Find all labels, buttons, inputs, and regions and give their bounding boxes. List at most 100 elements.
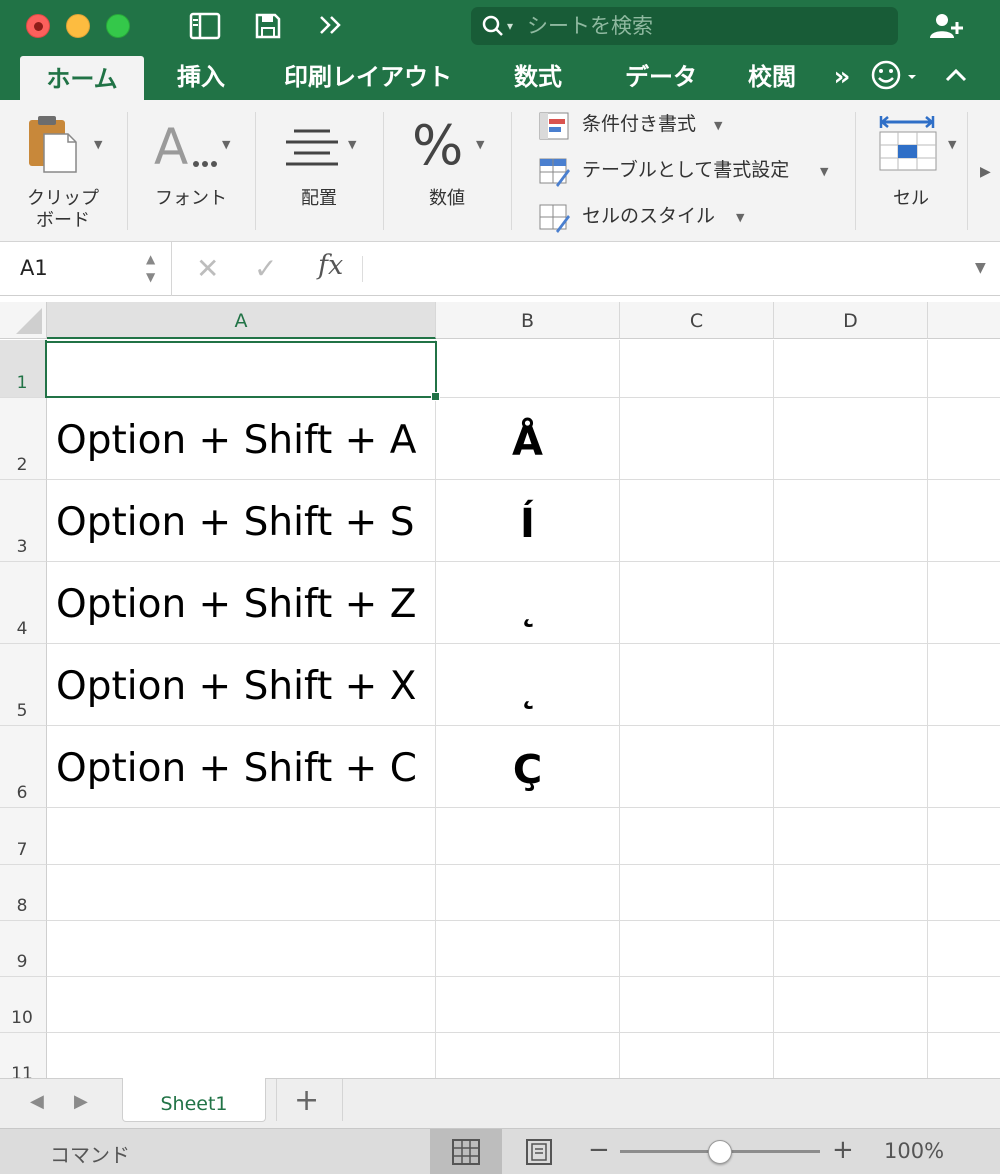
cell-e9[interactable]	[928, 921, 1000, 977]
tab-formulas[interactable]: 数式	[500, 52, 576, 100]
column-header-c[interactable]: C	[620, 302, 774, 339]
zoom-window-button[interactable]	[106, 14, 130, 38]
tabs-overflow-button[interactable]: »	[822, 52, 862, 100]
clipboard-dropdown-icon[interactable]: ▼	[94, 138, 102, 151]
cell-c9[interactable]	[620, 921, 774, 977]
search-options-chevron-icon[interactable]: ▾	[507, 7, 513, 45]
cell-e11[interactable]	[928, 1033, 1000, 1078]
cell-a7[interactable]	[47, 808, 436, 865]
row-header-8[interactable]: 8	[0, 865, 47, 921]
cell-a6[interactable]: Option + Shift + C	[47, 726, 436, 808]
cell-d9[interactable]	[774, 921, 928, 977]
cell-c11[interactable]	[620, 1033, 774, 1078]
page-layout-view-button[interactable]	[502, 1129, 574, 1174]
close-window-button[interactable]	[26, 14, 50, 38]
row-header-3[interactable]: 3	[0, 480, 47, 562]
tab-page-layout[interactable]: 印刷レイアウト	[270, 52, 466, 100]
column-header-a[interactable]: A	[47, 302, 436, 339]
cell-a3[interactable]: Option + Shift + S	[47, 480, 436, 562]
cell-c8[interactable]	[620, 865, 774, 921]
row-header-4[interactable]: 4	[0, 562, 47, 644]
name-box-stepper-icon[interactable]: ▲ ▼	[146, 250, 155, 286]
cell-e5[interactable]	[928, 644, 1000, 726]
zoom-slider-handle[interactable]	[708, 1140, 732, 1164]
cell-b6[interactable]: Ç	[436, 726, 620, 808]
sheet-tab-sheet1[interactable]: Sheet1	[122, 1078, 266, 1122]
cell-e8[interactable]	[928, 865, 1000, 921]
cell-c1[interactable]	[620, 340, 774, 398]
cancel-x-icon[interactable]: ✕	[196, 252, 219, 285]
cell-c5[interactable]	[620, 644, 774, 726]
cell-d4[interactable]	[774, 562, 928, 644]
row-header-10[interactable]: 10	[0, 977, 47, 1033]
search-sheet-field[interactable]: ▾ シートを検索	[471, 7, 898, 45]
cell-e6[interactable]	[928, 726, 1000, 808]
cell-d5[interactable]	[774, 644, 928, 726]
formula-input[interactable]	[376, 256, 956, 284]
alignment-dropdown-icon[interactable]: ▼	[348, 138, 356, 151]
cell-b7[interactable]	[436, 808, 620, 865]
zoom-in-button[interactable]: +	[832, 1135, 854, 1165]
column-header-d[interactable]: D	[774, 302, 928, 339]
more-commands-icon[interactable]	[318, 13, 344, 41]
next-sheet-icon[interactable]: ▶	[74, 1091, 88, 1112]
cell-c4[interactable]	[620, 562, 774, 644]
expand-formula-bar-icon[interactable]: ▼	[975, 260, 986, 276]
cell-a4[interactable]: Option + Shift + Z	[47, 562, 436, 644]
number-group[interactable]: % ▼ 数値	[384, 100, 510, 242]
cell-b4[interactable]: ˛	[436, 562, 620, 644]
cell-e2[interactable]	[928, 398, 1000, 480]
enter-check-icon[interactable]: ✓	[254, 252, 277, 285]
row-header-7[interactable]: 7	[0, 808, 47, 865]
cell-e7[interactable]	[928, 808, 1000, 865]
sidebar-toggle-icon[interactable]	[189, 12, 221, 44]
cells-dropdown-icon[interactable]: ▼	[948, 138, 956, 151]
zoom-level[interactable]: 100%	[884, 1139, 944, 1163]
cell-b11[interactable]	[436, 1033, 620, 1078]
font-dropdown-icon[interactable]: ▼	[222, 138, 230, 151]
cell-b3[interactable]: Í	[436, 480, 620, 562]
cell-e1[interactable]	[928, 340, 1000, 398]
cell-c7[interactable]	[620, 808, 774, 865]
cell-a5[interactable]: Option + Shift + X	[47, 644, 436, 726]
minimize-window-button[interactable]	[66, 14, 90, 38]
cell-c10[interactable]	[620, 977, 774, 1033]
cell-b10[interactable]	[436, 977, 620, 1033]
alignment-group[interactable]: ▼ 配置	[256, 100, 382, 242]
smiley-feedback-icon[interactable]	[870, 59, 922, 97]
tab-review[interactable]: 校閲	[738, 52, 806, 100]
cell-a8[interactable]	[47, 865, 436, 921]
cell-a2[interactable]: Option + Shift + A	[47, 398, 436, 480]
cell-c6[interactable]	[620, 726, 774, 808]
row-header-6[interactable]: 6	[0, 726, 47, 808]
cell-c2[interactable]	[620, 398, 774, 480]
cells-group[interactable]: ▼ セル	[856, 100, 966, 242]
cell-b9[interactable]	[436, 921, 620, 977]
cell-e10[interactable]	[928, 977, 1000, 1033]
collapse-ribbon-chevron-icon[interactable]	[944, 66, 968, 88]
cell-b2[interactable]: Å	[436, 398, 620, 480]
cell-d2[interactable]	[774, 398, 928, 480]
insert-function-button[interactable]: fx	[318, 250, 343, 281]
cell-d11[interactable]	[774, 1033, 928, 1078]
cell-d1[interactable]	[774, 340, 928, 398]
row-header-11[interactable]: 11	[0, 1033, 47, 1078]
tab-home[interactable]: ホーム	[20, 56, 144, 100]
cell-b1[interactable]	[436, 340, 620, 398]
row-header-2[interactable]: 2	[0, 398, 47, 480]
add-sheet-button[interactable]: +	[294, 1083, 319, 1118]
cell-b5[interactable]: ˛	[436, 644, 620, 726]
ribbon-scroll-right-icon[interactable]: ▶	[980, 164, 991, 180]
cell-b8[interactable]	[436, 865, 620, 921]
fill-handle[interactable]	[431, 392, 440, 401]
cell-e3[interactable]	[928, 480, 1000, 562]
cell-d10[interactable]	[774, 977, 928, 1033]
row-header-1[interactable]: 1	[0, 340, 47, 398]
tab-data[interactable]: データ	[606, 52, 716, 100]
row-header-5[interactable]: 5	[0, 644, 47, 726]
cell-a10[interactable]	[47, 977, 436, 1033]
cell-d7[interactable]	[774, 808, 928, 865]
column-header-b[interactable]: B	[436, 302, 620, 339]
select-all-button[interactable]	[0, 302, 47, 339]
normal-view-button[interactable]	[430, 1129, 502, 1174]
